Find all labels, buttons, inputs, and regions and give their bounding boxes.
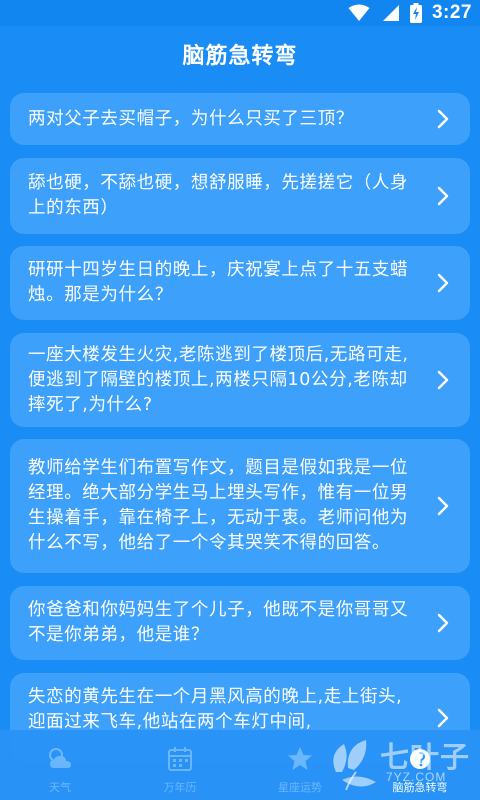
nav-label: 星座运势 xyxy=(278,781,322,794)
battery-charging-icon xyxy=(409,3,422,23)
riddle-text: 研研十四岁生日的晚上，庆祝宴上点了十五支蜡烛。那是为什么？ xyxy=(28,260,409,305)
chevron-right-icon xyxy=(437,109,449,129)
chevron-right-icon xyxy=(437,186,449,206)
nav-label: 天气 xyxy=(49,781,71,794)
status-bar: 3:27 xyxy=(0,0,480,26)
brain-teaser-icon xyxy=(410,749,430,769)
page-title: 脑筋急转弯 xyxy=(182,44,298,69)
riddle-text: 你爸爸和你妈妈生了个儿子，他既不是你哥哥又不是你弟弟，他是谁？ xyxy=(28,600,409,645)
nav-item-horoscope[interactable]: 星座运势 xyxy=(240,730,360,800)
riddle-card[interactable]: 研研十四岁生日的晚上，庆祝宴上点了十五支蜡烛。那是为什么？ xyxy=(10,246,470,320)
nav-label: 万年历 xyxy=(163,781,197,794)
chevron-right-icon xyxy=(437,496,449,516)
signal-icon xyxy=(382,5,399,21)
calendar-icon xyxy=(168,747,192,771)
nav-item-calendar[interactable]: 万年历 xyxy=(120,730,240,800)
nav-label: 脑筋急转弯 xyxy=(392,781,448,794)
app-header: 脑筋急转弯 xyxy=(0,26,480,82)
chevron-right-icon xyxy=(437,613,449,633)
riddle-text: 舔也硬，不舔也硬，想舒服睡，先搓搓它（人身上的东西） xyxy=(28,173,409,218)
star-icon xyxy=(288,747,312,770)
riddle-text: 失恋的黄先生在一个月黑风高的晚上,走上街头,迎面过来飞车,他站在两个车灯中间, xyxy=(28,687,403,732)
status-time: 3:27 xyxy=(431,2,472,23)
riddle-card[interactable]: 舔也硬，不舔也硬，想舒服睡，先搓搓它（人身上的东西） xyxy=(10,158,470,234)
riddle-text: 两对父子去买帽子，为什么只买了三顶？ xyxy=(28,108,354,129)
riddle-card[interactable]: 两对父子去买帽子，为什么只买了三顶？ xyxy=(10,93,470,145)
status-icons: 3:27 xyxy=(348,2,472,24)
chevron-right-icon xyxy=(437,708,449,728)
chevron-right-icon xyxy=(437,273,449,293)
chevron-right-icon xyxy=(437,370,449,390)
nav-item-brain-teaser[interactable]: 脑筋急转弯 xyxy=(360,730,480,800)
riddle-text: 一座大楼发生火灾,老陈逃到了楼顶后,无路可走,便逃到了隔壁的楼顶上,两楼只隔10… xyxy=(28,344,409,415)
nav-item-weather[interactable]: 天气 xyxy=(0,730,120,800)
riddle-card[interactable]: 你爸爸和你妈妈生了个儿子，他既不是你哥哥又不是你弟弟，他是谁？ xyxy=(10,586,470,660)
riddle-text: 教师给学生们布置写作文，题目是假如我是一位经理。绝大部分学生马上埋头写作，惟有一… xyxy=(28,458,409,553)
riddle-card[interactable]: 一座大楼发生火灾,老陈逃到了楼顶后,无路可走,便逃到了隔壁的楼顶上,两楼只隔10… xyxy=(10,333,470,427)
bottom-nav: 天气 万年历 星座运势 脑筋急转弯 xyxy=(0,730,480,800)
wifi-icon xyxy=(348,4,370,21)
weather-icon xyxy=(49,748,71,768)
riddle-card[interactable]: 教师给学生们布置写作文，题目是假如我是一位经理。绝大部分学生马上埋头写作，惟有一… xyxy=(10,439,470,573)
